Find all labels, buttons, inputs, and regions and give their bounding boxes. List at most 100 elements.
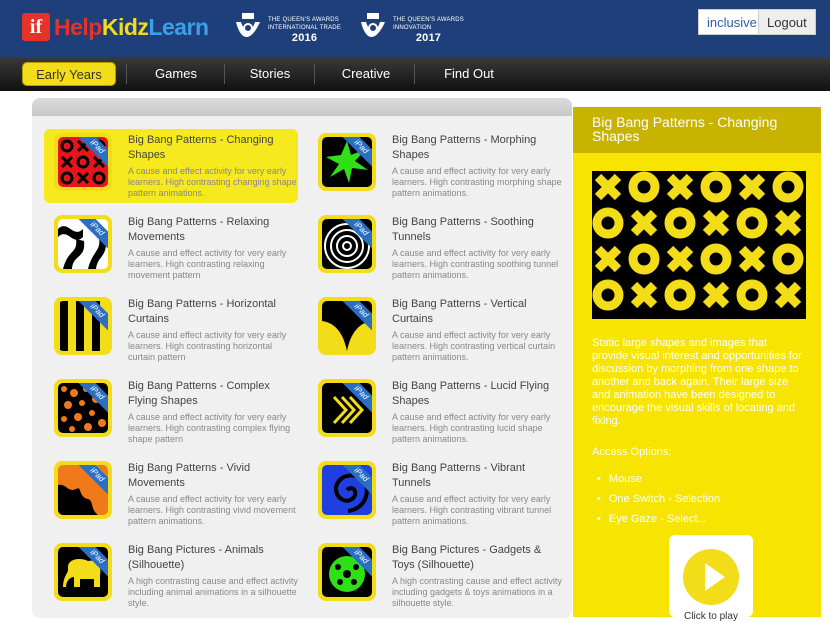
- activity-thumbnail: iPad: [54, 543, 112, 601]
- activity-card-vibrant-tunnels[interactable]: iPad Big Bang Patterns - Vibrant Tunnels…: [308, 457, 562, 531]
- activity-thumbnail: iPad: [54, 133, 112, 191]
- nav-divider: [314, 64, 315, 84]
- activity-card-morphing-shapes[interactable]: iPad Big Bang Patterns - Morphing Shapes…: [308, 129, 562, 203]
- activity-title: Big Bang Pictures - Animals (Silhouette): [128, 544, 264, 571]
- activity-title: Big Bang Patterns - Lucid Flying Shapes: [392, 380, 550, 407]
- access-option-item: Eye Gaze - Select...: [597, 509, 720, 529]
- detail-description: Static large shapes and images that prov…: [592, 337, 802, 427]
- award-text: THE QUEEN'S AWARDS INTERNATIONAL TRADE 2…: [268, 16, 341, 44]
- queens-award-2016: THE QUEEN'S AWARDS INTERNATIONAL TRADE 2…: [233, 10, 341, 48]
- elephant-icon: iPad: [58, 547, 108, 597]
- activity-card-relaxing-movements[interactable]: iPad Big Bang Patterns - Relaxing Moveme…: [44, 211, 298, 285]
- activity-description: A cause and effect activity for very ear…: [128, 494, 296, 526]
- helpkidzlearn-logo[interactable]: if HelpKidzLearn: [22, 12, 209, 42]
- activity-card-changing-shapes[interactable]: iPad Big Bang Patterns - Changing Shapes…: [44, 129, 298, 203]
- activity-thumbnail: iPad: [318, 133, 376, 191]
- activity-description: A cause and effect activity for very ear…: [392, 248, 559, 280]
- activity-card-gadgets-toys-silhouette[interactable]: iPad Big Bang Pictures - Gadgets & Toys …: [308, 539, 562, 613]
- activity-title: Big Bang Patterns - Vibrant Tunnels: [392, 462, 526, 489]
- activity-title: Big Bang Patterns - Complex Flying Shape…: [128, 380, 270, 407]
- detail-preview-image: [592, 171, 806, 319]
- access-options-title: Access Options:: [592, 446, 672, 458]
- xo-pattern-icon: iPad: [58, 137, 108, 187]
- queens-award-2017: THE QUEEN'S AWARDS INNOVATION 2017: [358, 10, 464, 48]
- activity-card-complex-flying-shapes[interactable]: iPad Big Bang Patterns - Complex Flying …: [44, 375, 298, 449]
- activity-description: A high contrasting cause and effect acti…: [128, 576, 298, 608]
- activity-title: Big Bang Patterns - Vertical Curtains: [392, 298, 527, 325]
- nav-creative[interactable]: Creative: [326, 62, 406, 86]
- access-options-list: Mouse One Switch - Selection Eye Gaze - …: [597, 469, 720, 529]
- activity-description: A high contrasting cause and effect acti…: [392, 576, 562, 608]
- queens-award-emblem-icon: [358, 12, 388, 46]
- activity-description: A cause and effect activity for very ear…: [128, 412, 291, 444]
- nav-games[interactable]: Games: [138, 62, 214, 86]
- award-year: 2016: [291, 32, 318, 44]
- award-line1: THE QUEEN'S AWARDS: [268, 17, 339, 23]
- activity-thumbnail: iPad: [318, 461, 376, 519]
- zebra-pattern-icon: iPad: [58, 219, 108, 269]
- activity-description: A cause and effect activity for very ear…: [392, 494, 552, 526]
- logo-mark: if: [22, 13, 50, 41]
- play-button[interactable]: Click to play: [669, 535, 753, 622]
- award-line1: THE QUEEN'S AWARDS: [393, 17, 464, 23]
- activity-thumbnail: iPad: [54, 297, 112, 355]
- ball-icon: iPad: [322, 547, 372, 597]
- access-option-item: One Switch - Selection: [597, 489, 720, 509]
- activity-card-soothing-tunnels[interactable]: iPad Big Bang Patterns - Soothing Tunnel…: [308, 211, 562, 285]
- nav-find-out[interactable]: Find Out: [424, 62, 514, 86]
- award-text: THE QUEEN'S AWARDS INNOVATION 2017: [393, 16, 464, 44]
- activity-title: Big Bang Pictures - Gadgets & Toys (Silh…: [392, 544, 542, 571]
- access-option-item: Mouse: [597, 469, 720, 489]
- activity-thumbnail: iPad: [54, 215, 112, 273]
- logo-text: HelpKidzLearn: [54, 14, 209, 41]
- play-label: Click to play: [684, 611, 738, 622]
- green-star-icon: iPad: [322, 137, 372, 187]
- detail-title: Big Bang Patterns - Changing Shapes: [573, 107, 821, 153]
- play-icon: [683, 549, 739, 605]
- inclusive-button[interactable]: inclusive: [698, 9, 766, 35]
- award-year: 2017: [415, 32, 442, 44]
- nav-divider: [126, 64, 127, 84]
- header: if HelpKidzLearn THE QUEEN'S AWARDS INTE…: [0, 0, 830, 57]
- logo-text-help: Help: [54, 13, 102, 40]
- activity-detail-panel: Big Bang Patterns - Changing Shapes Stat…: [573, 107, 821, 622]
- vertical-curtain-icon: iPad: [322, 301, 372, 351]
- activity-thumbnail: iPad: [318, 543, 376, 601]
- activity-title: Big Bang Patterns - Horizontal Curtains: [128, 298, 276, 325]
- play-triangle-icon: [705, 563, 725, 591]
- list-header-bar: [32, 98, 572, 116]
- flying-dots-icon: iPad: [58, 383, 108, 433]
- activity-thumbnail: iPad: [318, 297, 376, 355]
- swirl-tunnel-icon: iPad: [322, 465, 372, 515]
- activity-list: iPad Big Bang Patterns - Changing Shapes…: [32, 98, 572, 618]
- activity-title: Big Bang Patterns - Morphing Shapes: [392, 134, 537, 161]
- nav-divider: [224, 64, 225, 84]
- activity-thumbnail: iPad: [318, 215, 376, 273]
- curtain-stripes-icon: iPad: [58, 301, 108, 351]
- nav-early-years[interactable]: Early Years: [22, 62, 116, 86]
- main-nav: Early Years Games Stories Creative Find …: [0, 57, 830, 91]
- logo-text-kidz: Kidz: [101, 13, 149, 40]
- award-line2: INNOVATION: [393, 25, 432, 31]
- activity-card-vertical-curtains[interactable]: iPad Big Bang Patterns - Vertical Curtai…: [308, 293, 562, 367]
- activity-description: A cause and effect activity for very ear…: [392, 330, 556, 362]
- activity-title: Big Bang Patterns - Vivid Movements: [128, 462, 251, 489]
- activity-title: Big Bang Patterns - Changing Shapes: [128, 134, 274, 161]
- activity-description: A cause and effect activity for very ear…: [128, 330, 287, 362]
- nav-stories[interactable]: Stories: [234, 62, 306, 86]
- vivid-splash-icon: iPad: [58, 465, 108, 515]
- activity-title: Big Bang Patterns - Soothing Tunnels: [392, 216, 534, 243]
- activity-description: A cause and effect activity for very ear…: [128, 248, 287, 280]
- logo-text-learn: Learn: [148, 13, 209, 40]
- nav-divider: [414, 64, 415, 84]
- activity-card-horizontal-curtains[interactable]: iPad Big Bang Patterns - Horizontal Curt…: [44, 293, 298, 367]
- activity-description: A cause and effect activity for very ear…: [392, 412, 551, 444]
- tunnel-pattern-icon: iPad: [322, 219, 372, 269]
- activity-card-animals-silhouette[interactable]: iPad Big Bang Pictures - Animals (Silhou…: [44, 539, 298, 613]
- activity-thumbnail: iPad: [54, 379, 112, 437]
- chevron-arrows-icon: iPad: [322, 383, 372, 433]
- logout-button[interactable]: Logout: [758, 9, 816, 35]
- queens-award-emblem-icon: [233, 12, 263, 46]
- activity-card-vivid-movements[interactable]: iPad Big Bang Patterns - Vivid Movements…: [44, 457, 298, 531]
- activity-card-lucid-flying-shapes[interactable]: iPad Big Bang Patterns - Lucid Flying Sh…: [308, 375, 562, 449]
